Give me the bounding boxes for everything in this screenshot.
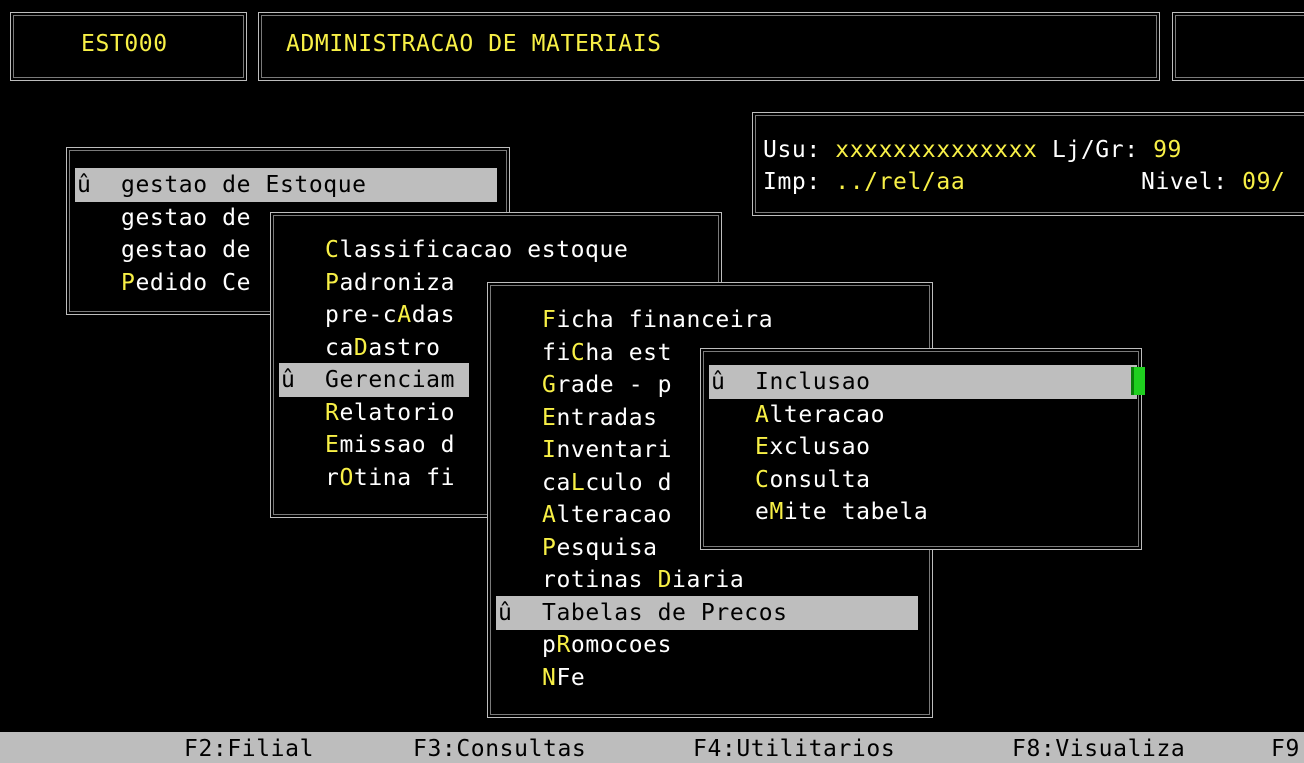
menu2-item-4[interactable]: û Gerenciam — [279, 363, 469, 397]
menu-item-label: pRomocoes — [542, 632, 673, 658]
usu-label: Usu: — [763, 137, 821, 163]
menu-item-label: gestao de Estoque — [121, 172, 367, 198]
menu-item-label: Grade - p — [542, 372, 673, 398]
user-info-line-2: Imp: ../rel/aa — [763, 165, 965, 199]
selection-marker: û — [77, 172, 92, 198]
fkey-f3[interactable]: F3:Consultas — [413, 732, 586, 763]
app-title: ADMINISTRACAO DE MATERIAIS — [286, 31, 662, 57]
selection-marker: û — [281, 367, 296, 393]
menu-item-label: Ficha financeira — [542, 307, 774, 333]
menu-item-label: caLculo d — [542, 469, 673, 496]
fkey-f4[interactable]: F4:Utilitarios — [693, 732, 895, 763]
text-cursor — [1131, 367, 1145, 395]
menu-item-label: gestao de — [121, 237, 252, 263]
program-code-box: EST000 — [10, 12, 247, 81]
menu-item-label: Alteracao — [542, 502, 673, 528]
nivel-value: 09/ — [1242, 169, 1286, 195]
menu-item-label: Inclusao — [755, 369, 871, 395]
menu-item-label: rotinas Diaria — [542, 567, 745, 593]
menu-item-label: Alteracao — [755, 401, 886, 428]
menu-item-label: fiCha est — [542, 339, 673, 366]
menu-item-label: gestao de — [121, 204, 252, 231]
menu-item-label: Pesquisa — [542, 534, 658, 561]
menu-item-label: Inventari — [542, 437, 673, 463]
menu-item-label: pre-cAdas — [325, 302, 456, 328]
imp-label: Imp: — [763, 169, 821, 195]
fkey-f9[interactable]: F9 — [1271, 732, 1300, 763]
menu-item-label: Consulta — [755, 466, 871, 493]
menu-tabelas: û Inclusao Alteracao Exclusao Consulta eMite … — [700, 348, 1145, 550]
selection-marker: û — [498, 599, 513, 626]
menu-item-label: eMite tabela — [755, 499, 929, 525]
menu-item-label: rOtina fi — [325, 464, 456, 491]
menu-item-label: Exclusao — [755, 434, 871, 460]
header-right-box — [1172, 12, 1304, 81]
menu-item-label: Gerenciam — [325, 367, 456, 393]
menu-item-label: Emissao d — [325, 432, 456, 458]
ljgr-value: 99 — [1153, 137, 1183, 163]
menu-item-label: caDastro — [325, 334, 441, 361]
function-key-bar: F2:Filial F3:Consultas F4:Utilitarios F8… — [0, 732, 1304, 763]
terminal-screen: EST000 ADMINISTRACAO DE MATERIAIS Usu: x… — [0, 0, 1304, 763]
menu-item-label: Classificacao estoque — [325, 237, 629, 263]
user-info-box: Usu: xxxxxxxxxxxxxx Lj/Gr: 99 Imp: ../re… — [752, 112, 1304, 216]
fkey-f2[interactable]: F2:Filial — [184, 732, 314, 763]
selection-marker: û — [711, 369, 726, 395]
program-code: EST000 — [81, 31, 168, 57]
nivel-line: Nivel: 09/ — [1141, 165, 1285, 199]
menu4-item-0[interactable]: û Inclusao — [709, 365, 1137, 399]
nivel-label: Nivel: — [1141, 169, 1228, 195]
menu-item-label: Padroniza — [325, 269, 456, 296]
usu-value: xxxxxxxxxxxxxx — [835, 137, 1038, 163]
fkey-f8[interactable]: F8:Visualiza — [1012, 732, 1185, 763]
title-box: ADMINISTRACAO DE MATERIAIS — [258, 12, 1160, 81]
menu-item-label: Tabelas de Precos — [542, 599, 788, 626]
menu3-item-9[interactable]: û Tabelas de Precos — [496, 595, 918, 630]
menu-item-label: NFe — [542, 664, 586, 691]
menu-item-label: Pedido Ce — [121, 269, 252, 296]
ljgr-label: Lj/Gr: — [1051, 137, 1139, 163]
user-info-line-1: Usu: xxxxxxxxxxxxxx Lj/Gr: 99 — [763, 133, 1182, 167]
menu1-item-0[interactable]: û gestao de Estoque — [75, 168, 497, 202]
menu-item-label: Relatorio — [325, 399, 456, 426]
imp-value: ../rel/aa — [835, 169, 966, 195]
menu-item-label: Entradas — [542, 404, 658, 431]
